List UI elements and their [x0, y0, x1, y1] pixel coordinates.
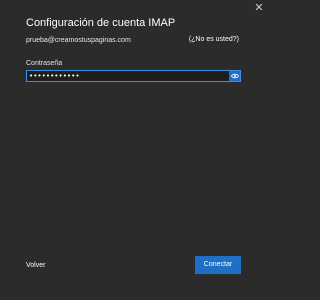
close-button[interactable]: ✕	[252, 1, 266, 15]
password-field[interactable]	[26, 70, 241, 82]
not-you-link[interactable]: (¿No es usted?)	[189, 36, 239, 43]
eye-icon	[230, 73, 239, 79]
back-button[interactable]: Volver	[26, 262, 45, 269]
connect-button[interactable]: Conectar	[195, 256, 241, 274]
account-email: prueba@creamostuspaginas.com	[26, 37, 131, 44]
reveal-password-button[interactable]	[229, 71, 240, 81]
dialog-title: Configuración de cuenta IMAP	[26, 17, 176, 29]
password-label: Contraseña	[26, 60, 63, 67]
imap-account-dialog: ✕ Configuración de cuenta IMAP prueba@cr…	[0, 0, 268, 300]
password-input[interactable]	[27, 71, 231, 81]
